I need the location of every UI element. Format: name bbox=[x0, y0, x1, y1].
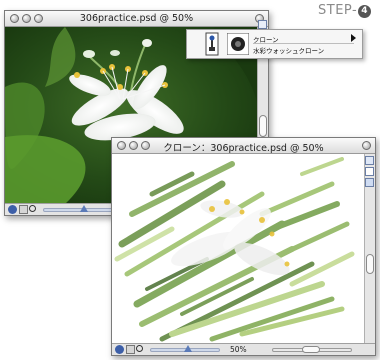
clone-stamp-icon[interactable] bbox=[205, 32, 219, 56]
clone-image-window: クローン：306practice.psd @ 50% 50% bbox=[111, 137, 376, 356]
window2-horizontal-scroll-thumb[interactable] bbox=[302, 346, 320, 353]
watercolor-wash-clone-option[interactable]: 水彩ウォッシュクローン bbox=[253, 45, 324, 55]
window2-statusbar: 50% bbox=[112, 343, 375, 355]
popup-menu-arrow-icon[interactable] bbox=[351, 34, 356, 42]
collapse-window-button[interactable] bbox=[362, 141, 371, 150]
globe-icon[interactable] bbox=[115, 345, 124, 354]
step-number: 4 bbox=[358, 5, 372, 18]
zoom-tool-icon[interactable] bbox=[136, 345, 143, 352]
popup-separator bbox=[253, 43, 354, 44]
step-text: STEP- bbox=[318, 3, 358, 18]
hand-tool-icon[interactable] bbox=[19, 205, 28, 214]
zoom-percentage: 50% bbox=[230, 345, 247, 354]
window1-titlebar[interactable]: 306practice.psd @ 50% bbox=[5, 11, 268, 27]
globe-icon[interactable] bbox=[8, 205, 17, 214]
window1-tool-icon[interactable] bbox=[258, 20, 267, 29]
window2-zoom-slider-thumb[interactable] bbox=[184, 345, 192, 352]
window2-scroll-thumb[interactable] bbox=[366, 254, 374, 274]
clone-painting-canvas[interactable] bbox=[112, 154, 365, 344]
window1-zoom-slider-thumb[interactable] bbox=[80, 205, 88, 212]
step-label: STEP- 4 bbox=[318, 3, 372, 18]
window2-titlebar[interactable]: クローン：306practice.psd @ 50% bbox=[112, 138, 375, 154]
grid-icon[interactable] bbox=[365, 167, 374, 176]
hand-tool-icon[interactable] bbox=[126, 345, 135, 354]
brush-preview-icon[interactable] bbox=[227, 33, 249, 55]
tracing-paper-icon[interactable] bbox=[365, 178, 374, 187]
layers-icon[interactable] bbox=[365, 156, 374, 165]
window1-title: 306practice.psd @ 50% bbox=[79, 13, 194, 24]
zoom-tool-icon[interactable] bbox=[29, 205, 36, 212]
clone-type-popup: クローン 水彩ウォッシュクローン bbox=[186, 29, 363, 59]
window2-title: クローン：306practice.psd @ 50% bbox=[163, 143, 324, 154]
window1-scroll-thumb[interactable] bbox=[259, 115, 267, 137]
